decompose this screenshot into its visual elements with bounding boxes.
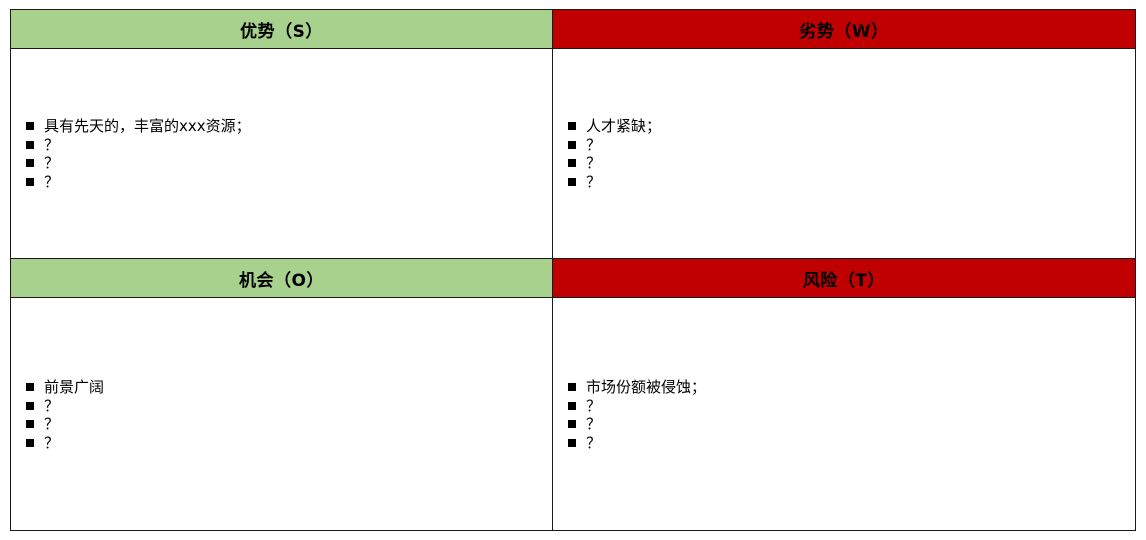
- square-bullet-icon: [26, 383, 34, 392]
- opportunities-header: 机会（O）: [11, 259, 552, 298]
- strengths-header: 优势（S）: [11, 10, 552, 49]
- opportunities-cell: 前景广阔 ？ ？ ？: [11, 298, 552, 530]
- square-bullet-icon: [26, 420, 34, 429]
- opportunities-list: 前景广阔 ？ ？ ？: [26, 378, 104, 452]
- weaknesses-header: 劣势（W）: [553, 10, 1135, 49]
- list-item: ？: [568, 397, 706, 416]
- strengths-list: 具有先天的，丰富的xxx资源； ？ ？ ？: [26, 117, 251, 191]
- weaknesses-cell: 人才紧缺； ？ ？ ？: [553, 49, 1135, 258]
- strengths-cell: 具有先天的，丰富的xxx资源； ？ ？ ？: [11, 49, 552, 258]
- list-item: ？: [26, 154, 251, 173]
- square-bullet-icon: [26, 159, 34, 168]
- list-item: ？: [26, 136, 251, 155]
- weaknesses-title: 劣势（W）: [799, 21, 889, 42]
- square-bullet-icon: [26, 178, 34, 187]
- square-bullet-icon: [568, 420, 576, 429]
- square-bullet-icon: [568, 401, 576, 410]
- list-item: ？: [568, 415, 706, 434]
- square-bullet-icon: [26, 140, 34, 149]
- list-item: ？: [26, 415, 104, 434]
- square-bullet-icon: [568, 178, 576, 187]
- swot-table: 优势（S） 劣势（W） 具有先天的，丰富的xxx资源； ？ ？ ？ 人才紧缺； …: [10, 9, 1136, 531]
- square-bullet-icon: [568, 383, 576, 392]
- square-bullet-icon: [26, 122, 34, 131]
- vertical-divider: [552, 10, 553, 530]
- list-item: 市场份额被侵蚀；: [568, 378, 706, 397]
- list-item: 前景广阔: [26, 378, 104, 397]
- list-item: ？: [568, 434, 706, 453]
- square-bullet-icon: [568, 439, 576, 448]
- square-bullet-icon: [568, 122, 576, 131]
- square-bullet-icon: [568, 140, 576, 149]
- list-item: 人才紧缺；: [568, 117, 661, 136]
- threats-header: 风险（T）: [553, 259, 1135, 298]
- list-item: ？: [568, 173, 661, 192]
- list-item: ？: [26, 397, 104, 416]
- weaknesses-list: 人才紧缺； ？ ？ ？: [568, 117, 661, 191]
- horizontal-divider: [11, 258, 1135, 259]
- list-item: ？: [26, 434, 104, 453]
- threats-title: 风险（T）: [802, 270, 886, 291]
- opportunities-title: 机会（O）: [239, 270, 324, 291]
- list-item: ？: [568, 154, 661, 173]
- list-item: ？: [568, 136, 661, 155]
- square-bullet-icon: [26, 439, 34, 448]
- list-item: 具有先天的，丰富的xxx资源；: [26, 117, 251, 136]
- threats-cell: 市场份额被侵蚀； ？ ？ ？: [553, 298, 1135, 530]
- list-item: ？: [26, 173, 251, 192]
- square-bullet-icon: [26, 401, 34, 410]
- strengths-title: 优势（S）: [240, 21, 323, 42]
- square-bullet-icon: [568, 159, 576, 168]
- threats-list: 市场份额被侵蚀； ？ ？ ？: [568, 378, 706, 452]
